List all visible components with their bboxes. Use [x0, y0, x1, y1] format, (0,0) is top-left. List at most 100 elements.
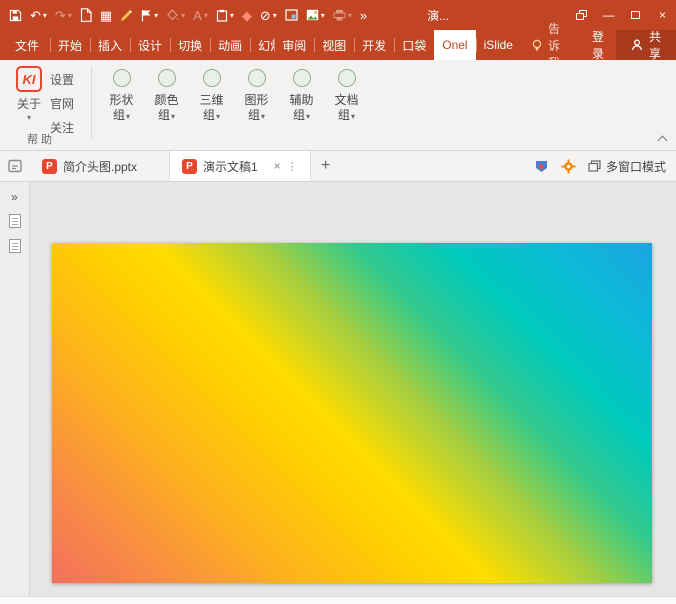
font-color-button[interactable]: A▾ — [189, 2, 212, 28]
login-button[interactable]: 登录 — [580, 30, 616, 60]
tab-menu-icon[interactable]: ⋮ — [287, 160, 298, 173]
restore-window-button[interactable] — [568, 0, 595, 30]
home-button[interactable] — [0, 151, 30, 181]
redo-icon: ↷ — [55, 9, 66, 22]
website-link[interactable]: 官网 — [50, 92, 88, 116]
multi-window-label: 多窗口模式 — [606, 158, 666, 175]
docbar-right-cluster: 多窗口模式 — [534, 151, 676, 181]
tab-home[interactable]: 开始 — [50, 30, 90, 60]
group-label: 形状 — [109, 93, 133, 107]
settings-link[interactable]: 设置 — [50, 68, 88, 92]
login-label: 登录 — [592, 28, 604, 62]
three-d-group-button[interactable]: 三维 组▾ — [189, 66, 234, 150]
dropdown-arrow-icon: ▾ — [230, 11, 234, 20]
maximize-button[interactable] — [622, 0, 649, 30]
tab-onel[interactable]: Onel — [434, 30, 475, 60]
flag-button[interactable]: ▾ — [137, 2, 162, 28]
fill-color-icon — [166, 9, 179, 21]
more-tools-button[interactable]: » — [356, 2, 371, 28]
doc-tab-label: 简介头图.pptx — [63, 158, 137, 175]
shape-diamond-button[interactable]: ◆ — [238, 2, 256, 28]
restore-window-icon — [576, 10, 587, 20]
slide-panel-collapsed: » — [0, 182, 30, 596]
dropdown-arrow-icon: ▾ — [261, 112, 265, 121]
follow-link[interactable]: 关注 — [50, 116, 88, 140]
circle-slash-icon: ⊘ — [260, 9, 271, 22]
help-label[interactable]: 帮 助 — [27, 131, 52, 147]
three-d-group-icon — [203, 69, 221, 87]
window-switch-button[interactable] — [281, 2, 302, 28]
expand-panel-icon[interactable]: » — [11, 191, 18, 203]
bottom-strip — [0, 596, 676, 604]
undo-button[interactable]: ↶▾ — [26, 2, 51, 28]
slides-panel-icon[interactable] — [9, 214, 21, 228]
skin-icon[interactable] — [534, 159, 549, 174]
graphic-group-icon — [248, 69, 266, 87]
no-fill-button[interactable]: ⊘▾ — [256, 2, 281, 28]
redo-button[interactable]: ↷▾ — [51, 2, 76, 28]
multi-window-mode-button[interactable]: 多窗口模式 — [588, 158, 666, 175]
maximize-icon — [631, 11, 640, 19]
font-color-icon: A — [193, 9, 202, 22]
print-button[interactable]: ▾ — [329, 2, 356, 28]
color-group-icon — [158, 69, 176, 87]
tab-animation[interactable]: 动画 — [210, 30, 250, 60]
group-label: 辅助 — [289, 93, 313, 107]
brush-button[interactable] — [116, 2, 137, 28]
new-tab-button[interactable]: + — [311, 151, 341, 181]
tab-transition[interactable]: 切换 — [170, 30, 210, 60]
document-group-button[interactable]: 文档 组▾ — [324, 66, 369, 150]
new-document-button[interactable] — [76, 2, 96, 28]
dropdown-arrow-icon: ▾ — [171, 112, 175, 121]
shape-group-button[interactable]: 形状 组▾ — [99, 66, 144, 150]
dropdown-arrow-icon: ▾ — [126, 112, 130, 121]
tab-islide[interactable]: iSlide — [476, 30, 521, 60]
home-board-icon — [8, 159, 22, 174]
tab-design[interactable]: 设计 — [130, 30, 170, 60]
tab-pocket[interactable]: 口袋 — [394, 30, 434, 60]
grid-keyboard-button[interactable]: ▦ — [96, 2, 116, 28]
group-label: 文档 — [334, 93, 358, 107]
picture-button[interactable]: ▾ — [302, 2, 329, 28]
new-document-icon — [80, 8, 92, 22]
dropdown-arrow-icon: ▾ — [68, 11, 72, 20]
tab-slideshow[interactable]: 幻灯片 — [250, 30, 274, 60]
doc-tab-presentation1[interactable]: P 演示文稿1 × ⋮ — [170, 151, 311, 181]
fill-color-button[interactable]: ▾ — [162, 2, 189, 28]
about-label: 关于 — [17, 97, 41, 111]
tab-insert[interactable]: 插入 — [90, 30, 130, 60]
graphic-group-button[interactable]: 图形 组▾ — [234, 66, 279, 150]
assist-group-button[interactable]: 辅助 组▾ — [279, 66, 324, 150]
group-label: 组 — [248, 108, 260, 122]
ribbon-separator — [91, 66, 92, 138]
picture-icon — [306, 9, 319, 21]
settings-gear-icon[interactable] — [561, 159, 576, 174]
paste-button[interactable]: ▾ — [212, 2, 238, 28]
dropdown-arrow-icon: ▾ — [181, 11, 185, 20]
tell-me-button[interactable]: 告诉我... — [521, 30, 580, 60]
color-group-button[interactable]: 颜色 组▾ — [144, 66, 189, 150]
close-button[interactable]: × — [649, 0, 676, 30]
share-button[interactable]: 共享 — [616, 30, 676, 60]
slide-canvas[interactable] — [52, 243, 652, 583]
tab-view[interactable]: 视图 — [314, 30, 354, 60]
document-tab-bar: P 简介头图.pptx P 演示文稿1 × ⋮ + 多窗口模式 — [0, 151, 676, 182]
close-tab-icon[interactable]: × — [274, 159, 281, 173]
minimize-button[interactable]: — — [595, 0, 622, 30]
tab-developer[interactable]: 开发 — [354, 30, 394, 60]
window-icon — [285, 9, 298, 21]
group-label: 组 — [293, 108, 305, 122]
tab-file[interactable]: 文件 — [4, 30, 50, 60]
doc-tab-intro[interactable]: P 简介头图.pptx — [30, 151, 170, 181]
minimize-icon: — — [603, 8, 615, 22]
dropdown-arrow-icon: ▾ — [154, 11, 158, 20]
group-label: 三维 — [199, 93, 223, 107]
close-icon: × — [659, 8, 666, 22]
tab-review[interactable]: 审阅 — [274, 30, 314, 60]
about-button[interactable]: 关于 ▾ — [17, 98, 41, 124]
collapse-ribbon-button[interactable] — [658, 135, 667, 144]
lightbulb-icon — [531, 39, 543, 52]
outline-panel-icon[interactable] — [9, 239, 21, 253]
save-button[interactable] — [5, 2, 26, 28]
dropdown-arrow-icon: ▾ — [273, 11, 277, 20]
